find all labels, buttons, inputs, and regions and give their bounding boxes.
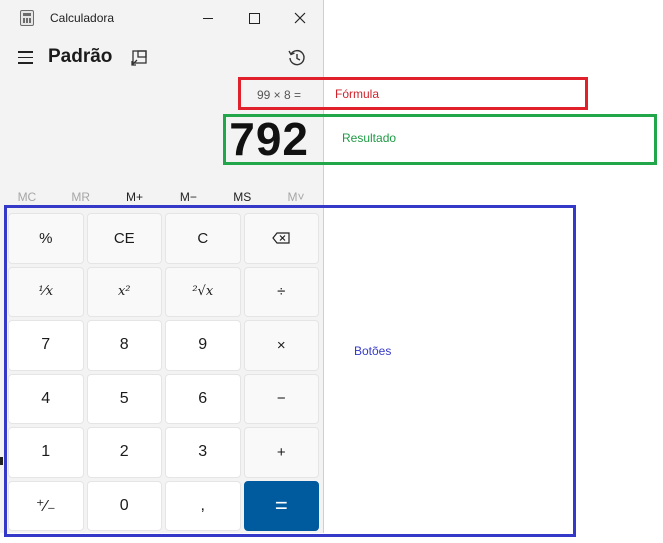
- maximize-icon: [248, 12, 260, 24]
- buttons-annotation-label: Botões: [354, 344, 392, 358]
- memory-store-button[interactable]: MS: [217, 190, 267, 204]
- formula-highlight-box: [238, 77, 588, 110]
- memory-list-button[interactable]: M˅: [271, 190, 321, 204]
- memory-recall-button[interactable]: MR: [56, 190, 106, 204]
- history-icon[interactable]: [287, 48, 307, 68]
- memory-add-button[interactable]: M+: [110, 190, 160, 204]
- minimize-icon: [203, 17, 213, 19]
- formula-annotation-label: Fórmula: [335, 87, 380, 101]
- result-annotation-label: Resultado: [342, 131, 397, 145]
- memory-clear-button[interactable]: MC: [2, 190, 52, 204]
- maximize-button[interactable]: [231, 0, 277, 36]
- memory-subtract-button[interactable]: M−: [163, 190, 213, 204]
- close-button[interactable]: [277, 0, 323, 36]
- mode-title: Padrão: [48, 46, 113, 67]
- buttons-highlight-box: [4, 205, 576, 537]
- stray-mark: [0, 457, 3, 465]
- menu-icon[interactable]: [18, 51, 33, 64]
- close-icon: [294, 12, 306, 24]
- keep-on-top-icon[interactable]: [130, 49, 148, 67]
- result-highlight-box: [223, 114, 657, 165]
- title-bar: Calculadora: [0, 0, 323, 36]
- calculator-app-icon: [20, 10, 34, 26]
- window-title: Calculadora: [50, 11, 115, 25]
- minimize-button[interactable]: [185, 0, 231, 36]
